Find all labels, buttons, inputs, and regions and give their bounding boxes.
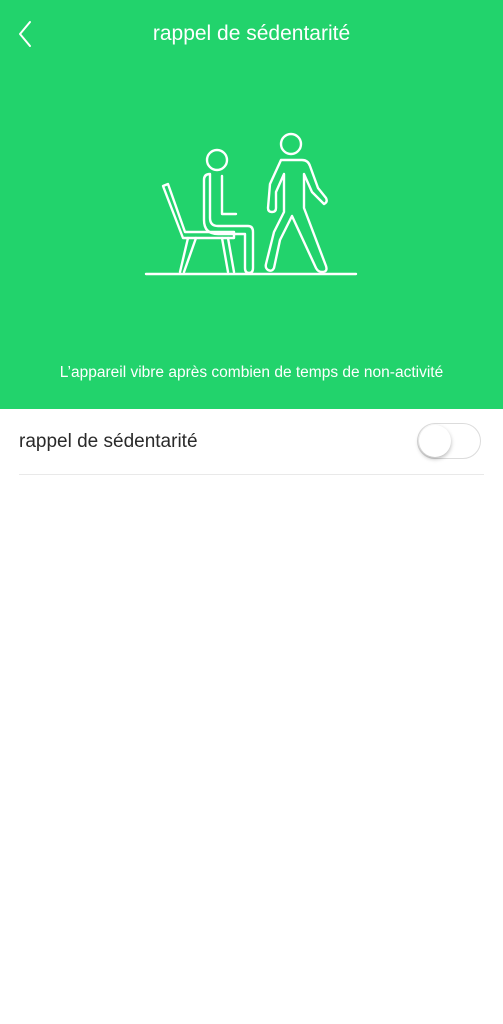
sitting-and-walking-person-icon xyxy=(144,132,358,276)
toggle-knob xyxy=(419,425,451,457)
row-divider xyxy=(19,474,484,475)
page-title: rappel de sédentarité xyxy=(152,22,351,45)
sedentary-reminder-toggle[interactable] xyxy=(417,423,481,459)
header-description: L’appareil vibre après combien de temps … xyxy=(59,364,444,381)
header-banner: rappel de sédentarité L’appareil vibre a… xyxy=(0,0,503,409)
sedentary-reminder-label: rappel de sédentarité xyxy=(19,431,198,452)
